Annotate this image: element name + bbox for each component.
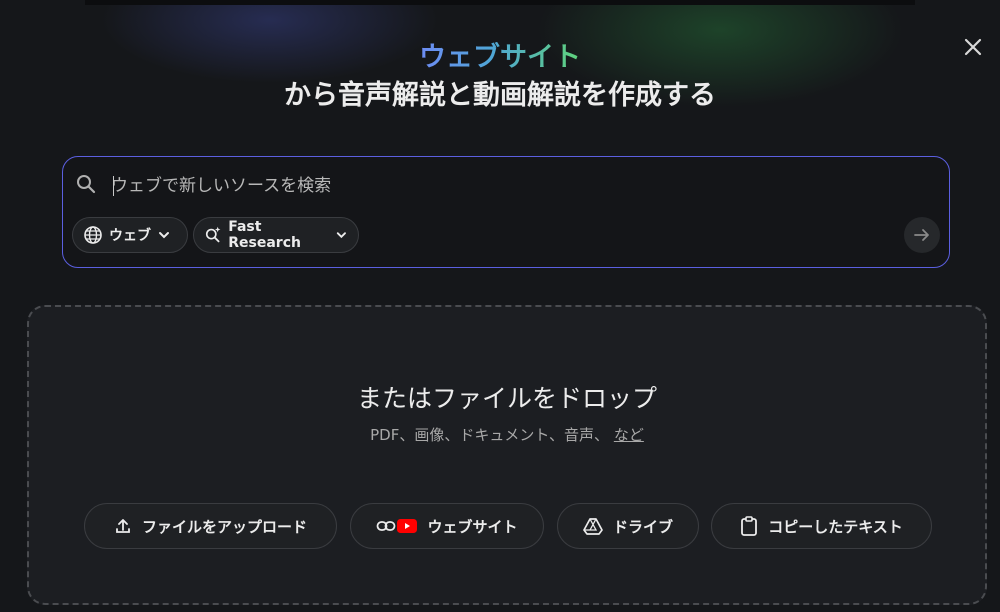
file-drop-zone[interactable]: またはファイルをドロップ PDF、画像、ドキュメント、音声、 など ファイルをア… [27,305,987,605]
arrow-right-icon [914,229,929,241]
submit-search-button[interactable] [904,217,940,253]
search-sparkle-icon [205,226,221,243]
add-website-label: ウェブサイト [427,517,518,536]
chevron-down-icon [159,232,169,239]
drop-zone-subtitle: PDF、画像、ドキュメント、音声、 など [29,425,985,445]
search-input[interactable] [111,171,891,201]
source-type-label: ウェブ [109,228,151,244]
chevron-down-icon [337,232,347,239]
page-title: から音声解説と動画解説を作成する [284,80,716,111]
upload-icon [116,519,130,533]
top-bar [85,0,915,5]
research-mode-dropdown[interactable]: Fast Research [193,217,359,253]
text-cursor [113,176,114,196]
more-types-link[interactable]: など [614,426,644,444]
link-icon [377,521,396,531]
supported-types-text: PDF、画像、ドキュメント、音声、 [370,426,610,444]
add-website-button[interactable]: ウェブサイト [350,503,544,549]
paste-text-button[interactable]: コピーしたテキスト [711,503,932,549]
globe-icon [84,226,102,244]
search-box: ウェブ Fast Research [62,156,950,268]
search-icon [75,173,97,195]
drop-zone-title: またはファイルをドロップ [356,384,657,413]
research-mode-label: Fast Research [228,219,301,251]
drive-icon [583,518,603,535]
add-drive-button[interactable]: ドライブ [557,503,699,549]
youtube-icon [397,519,418,533]
page-title-accent: ウェブサイト [419,42,581,73]
upload-file-button[interactable]: ファイルをアップロード [84,503,337,549]
upload-file-label: ファイルをアップロード [141,517,307,536]
source-type-dropdown[interactable]: ウェブ [72,217,188,253]
clipboard-icon [741,516,758,536]
add-drive-label: ドライブ [612,517,673,536]
paste-text-label: コピーしたテキスト [768,517,903,536]
